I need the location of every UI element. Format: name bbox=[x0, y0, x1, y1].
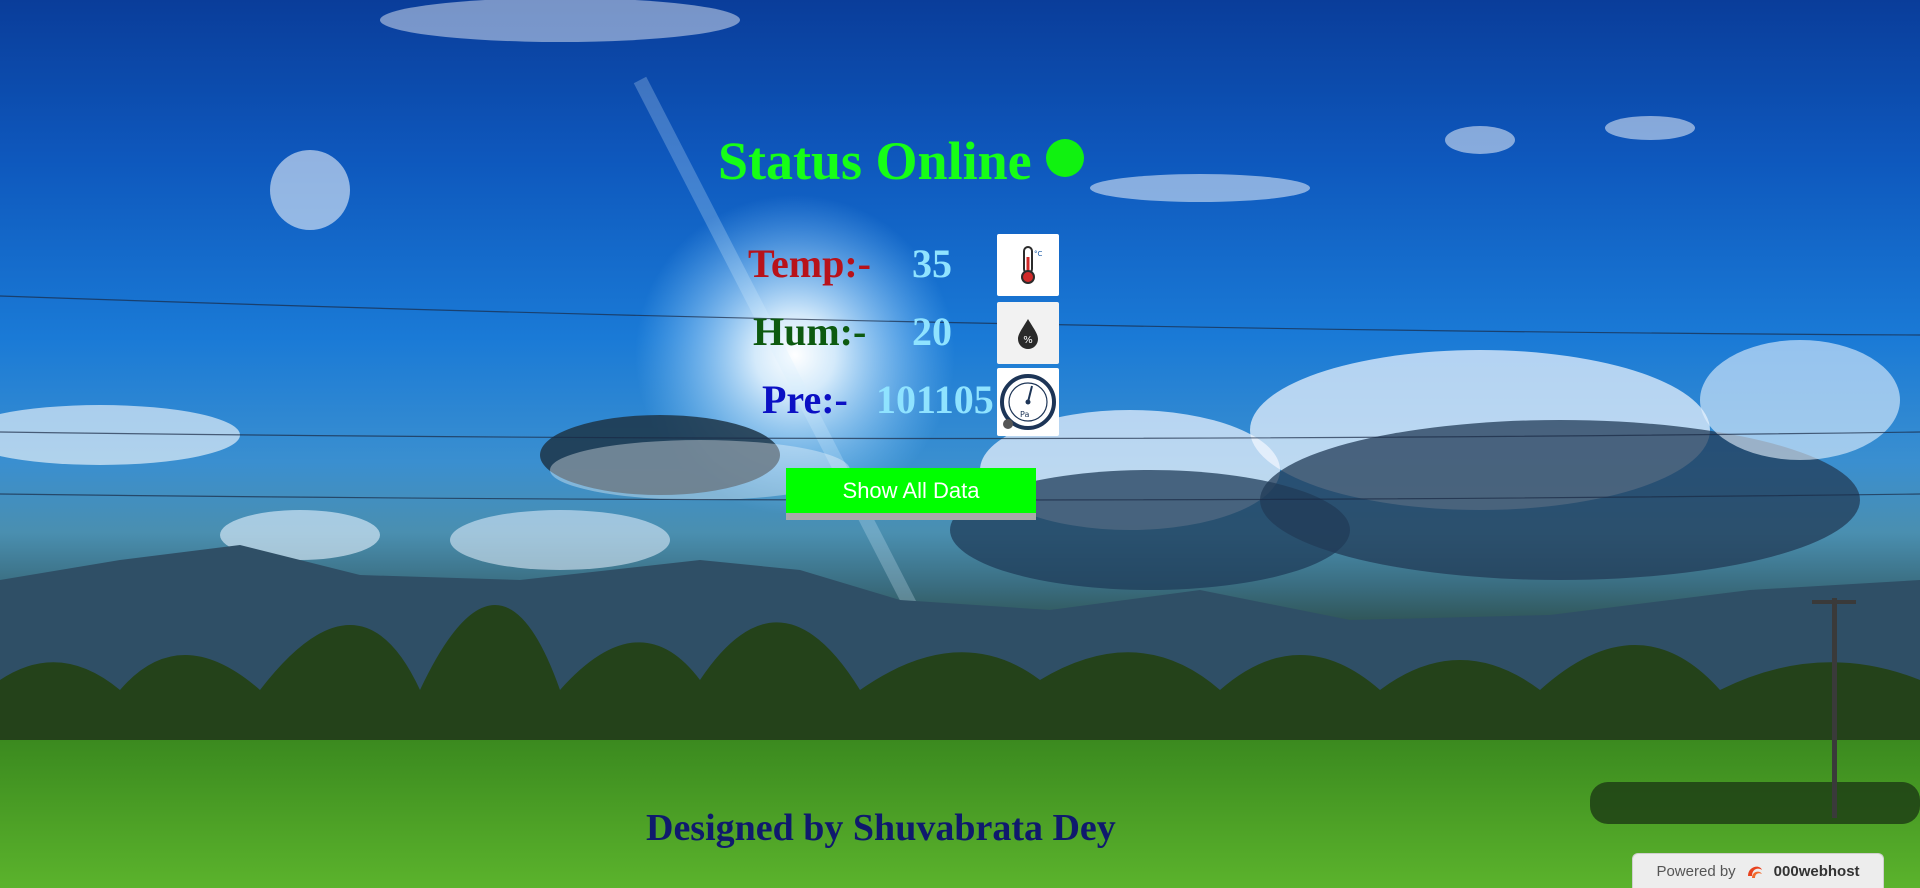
svg-text:%: % bbox=[1023, 335, 1033, 346]
temp-label: Temp:- bbox=[748, 241, 871, 286]
pre-label: Pre:- bbox=[762, 377, 848, 422]
status-text: Status Online bbox=[718, 131, 1032, 191]
host-badge[interactable]: Powered by 000webhost bbox=[1632, 853, 1884, 888]
designer-credit: Designed by Shuvabrata Dey bbox=[646, 807, 1116, 849]
svg-text:Pa: Pa bbox=[1020, 410, 1029, 419]
hum-value: 20 bbox=[912, 309, 952, 354]
temp-value: 35 bbox=[912, 241, 952, 286]
show-all-data-button[interactable]: Show All Data bbox=[786, 468, 1036, 520]
powered-by-label: Powered by bbox=[1656, 862, 1736, 880]
svg-text:°C: °C bbox=[1034, 250, 1043, 258]
connection-status: Status Online bbox=[718, 130, 1084, 192]
status-online-dot-icon bbox=[1045, 139, 1084, 177]
webhost-logo-icon bbox=[1747, 866, 1762, 878]
thermometer-icon: °C bbox=[997, 234, 1059, 296]
pre-value: 101105 bbox=[876, 377, 994, 422]
host-brand-label: 000webhost bbox=[1773, 862, 1860, 880]
pressure-gauge-icon: Pa bbox=[997, 368, 1059, 436]
humidity-drop-icon: % bbox=[997, 302, 1059, 364]
hum-label: Hum:- bbox=[753, 309, 867, 354]
